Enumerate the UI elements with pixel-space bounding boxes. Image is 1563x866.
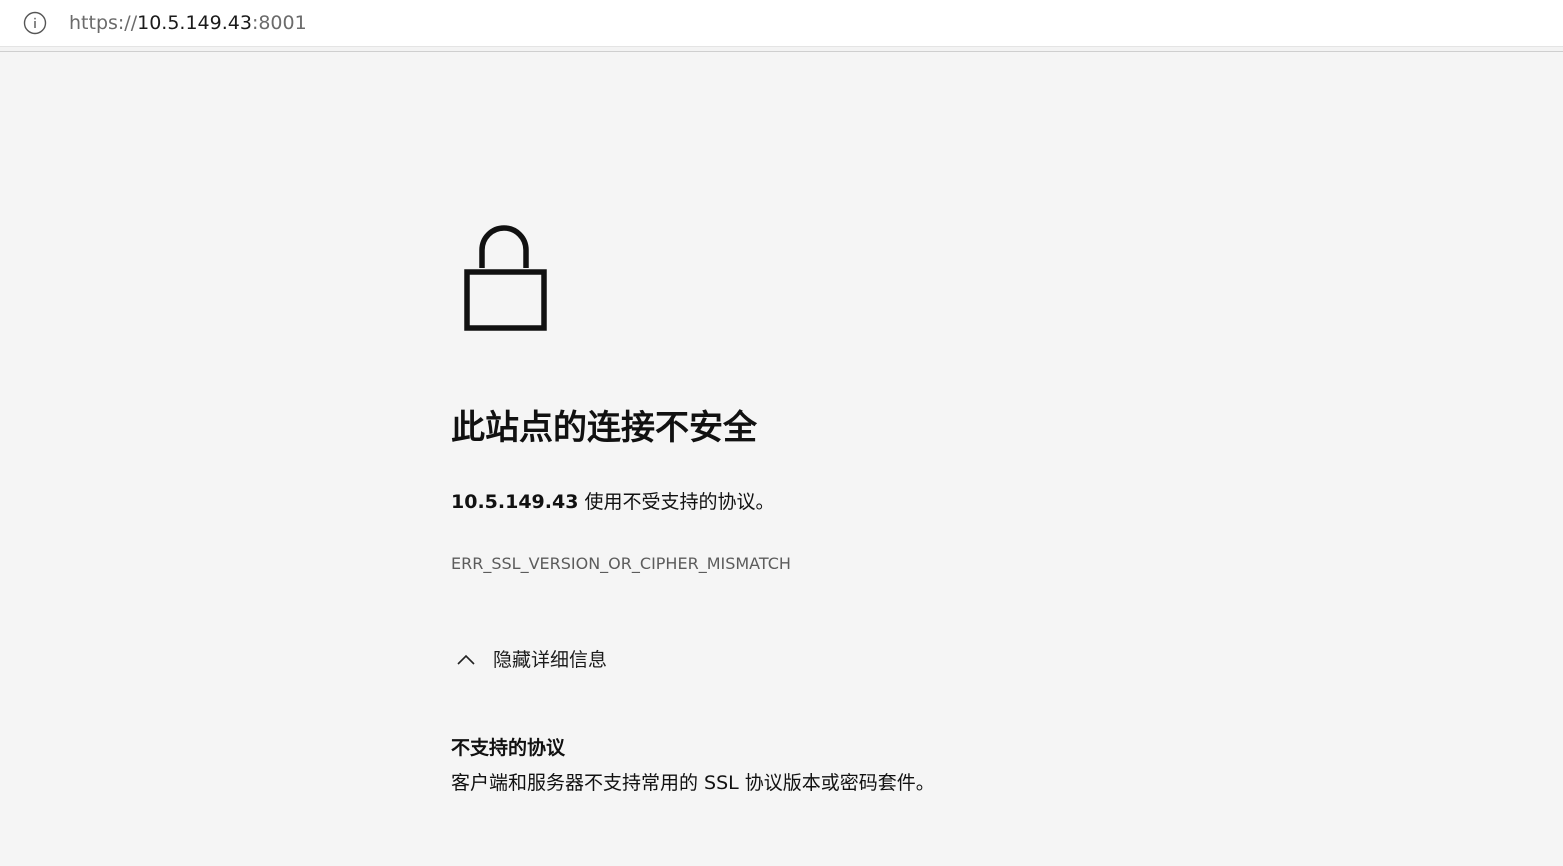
address-bar[interactable]: https://10.5.149.43:8001 (0, 0, 1563, 46)
url-host: 10.5.149.43 (137, 12, 252, 34)
error-message: 10.5.149.43 使用不受支持的协议。 (451, 488, 774, 516)
unlocked-padlock-icon (464, 225, 547, 331)
page-title: 此站点的连接不安全 (451, 408, 757, 448)
error-code: ERR_SSL_VERSION_OR_CIPHER_MISMATCH (451, 554, 791, 573)
url-scheme: https:// (69, 12, 138, 34)
url-port: :8001 (251, 12, 307, 34)
hide-details-label[interactable]: 隐藏详细信息 (493, 646, 607, 674)
info-icon[interactable] (23, 11, 47, 35)
error-message-text: 使用不受支持的协议。 (578, 491, 775, 513)
hide-details-button[interactable]: 隐藏详细信息 (451, 644, 607, 676)
address-bar-divider (0, 46, 1563, 52)
error-message-host: 10.5.149.43 (451, 491, 579, 513)
chevron-up-icon[interactable] (451, 645, 481, 675)
url-field[interactable]: https://10.5.149.43:8001 (69, 10, 307, 36)
details-text: 客户端和服务器不支持常用的 SSL 协议版本或密码套件。 (451, 772, 935, 794)
details-heading: 不支持的协议 (451, 737, 566, 759)
